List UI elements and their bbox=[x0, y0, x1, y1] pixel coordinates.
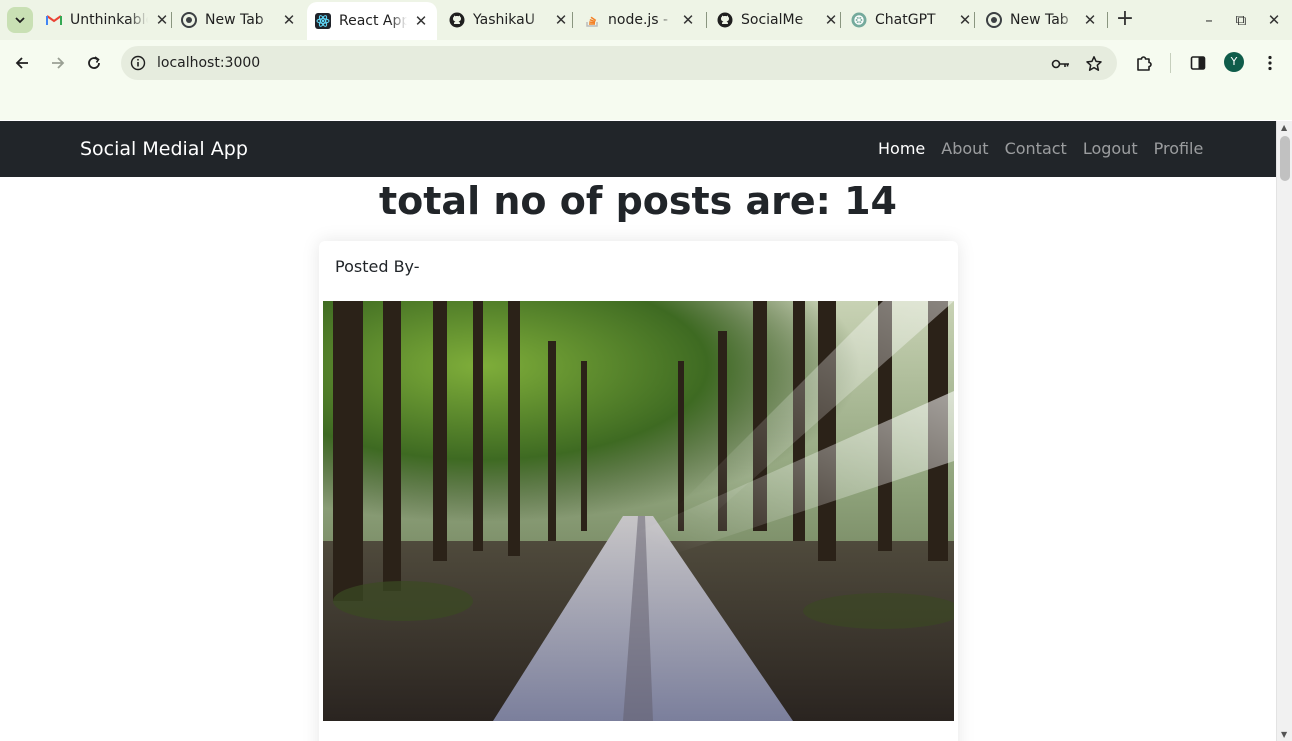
close-icon[interactable]: ✕ bbox=[281, 12, 297, 28]
close-icon[interactable]: ✕ bbox=[823, 12, 839, 28]
react-icon bbox=[315, 13, 331, 29]
close-icon[interactable]: ✕ bbox=[680, 12, 696, 28]
close-icon[interactable]: ✕ bbox=[1082, 12, 1098, 28]
page-scrollbar[interactable]: ▲ ▼ bbox=[1276, 121, 1292, 741]
tab-gmail[interactable]: Unthinkable ✕ bbox=[46, 6, 170, 34]
nav-link-home[interactable]: Home bbox=[870, 121, 933, 177]
reload-button[interactable] bbox=[82, 51, 106, 75]
scrollbar-thumb[interactable] bbox=[1280, 136, 1290, 181]
tab-title: node.js - bbox=[608, 12, 669, 28]
nav-link-logout[interactable]: Logout bbox=[1075, 121, 1146, 177]
reload-icon bbox=[88, 56, 100, 69]
tab-strip: Unthinkable ✕ New Tab ✕ React App ✕ Yash… bbox=[0, 0, 1292, 40]
browser-menu-button[interactable] bbox=[1258, 51, 1282, 75]
nav-link-contact[interactable]: Contact bbox=[997, 121, 1075, 177]
post-image bbox=[323, 301, 954, 721]
minimize-button[interactable]: – bbox=[1197, 8, 1221, 32]
new-tab-button[interactable]: + bbox=[1115, 8, 1135, 32]
close-icon[interactable]: ✕ bbox=[154, 12, 170, 28]
address-bar[interactable]: localhost:3000 bbox=[121, 46, 1117, 80]
chrome-icon bbox=[181, 12, 197, 28]
tab-stackoverflow[interactable]: node.js - ✕ bbox=[584, 6, 696, 34]
nav-link-about[interactable]: About bbox=[933, 121, 996, 177]
tab-title: React App bbox=[339, 13, 407, 29]
puzzle-icon bbox=[1137, 56, 1152, 71]
tab-new-tab[interactable]: New Tab ✕ bbox=[181, 6, 297, 34]
tab-title: New Tab bbox=[205, 12, 264, 28]
navbar-links: Home About Contact Logout Profile bbox=[870, 121, 1211, 177]
chatgpt-icon bbox=[851, 12, 867, 28]
navbar-brand[interactable]: Social Medial App bbox=[80, 121, 248, 177]
url-text[interactable]: localhost:3000 bbox=[157, 46, 260, 80]
chrome-icon bbox=[986, 12, 1002, 28]
app-navbar: Social Medial App Home About Contact Log… bbox=[0, 121, 1276, 177]
password-key-icon[interactable] bbox=[1051, 54, 1071, 74]
post-author-label: Posted By- bbox=[335, 257, 420, 276]
tab-github-profile[interactable]: YashikaU ✕ bbox=[449, 6, 569, 34]
maximize-button[interactable]: ⧉ bbox=[1229, 8, 1253, 32]
tab-title: YashikaU bbox=[473, 12, 535, 28]
page-viewport: Social Medial App Home About Contact Log… bbox=[0, 121, 1276, 741]
tab-title: Unthinkable bbox=[70, 12, 148, 28]
tab-search-button[interactable] bbox=[7, 7, 33, 33]
site-info-icon[interactable] bbox=[129, 54, 147, 72]
scroll-up-icon[interactable]: ▲ bbox=[1281, 123, 1287, 132]
stackoverflow-icon bbox=[584, 12, 600, 28]
tab-separator bbox=[974, 12, 975, 28]
tab-title: SocialMe bbox=[741, 12, 804, 28]
close-window-button[interactable]: ✕ bbox=[1262, 8, 1286, 32]
tab-title: New Tab bbox=[1010, 12, 1069, 28]
forward-button[interactable] bbox=[46, 51, 70, 75]
close-icon[interactable]: ✕ bbox=[413, 13, 429, 29]
tab-chatgpt[interactable]: ChatGPT ✕ bbox=[851, 6, 973, 34]
chevron-down-icon bbox=[15, 17, 25, 24]
github-icon bbox=[449, 12, 465, 28]
gmail-icon bbox=[46, 12, 62, 28]
arrow-right-icon bbox=[52, 57, 65, 69]
profile-avatar[interactable]: Y bbox=[1224, 52, 1244, 72]
toolbar-separator bbox=[1170, 53, 1171, 73]
nav-link-profile[interactable]: Profile bbox=[1146, 121, 1212, 177]
more-vertical-icon bbox=[1268, 55, 1272, 71]
post-card: Posted By- bbox=[319, 241, 958, 741]
tab-separator bbox=[706, 12, 707, 28]
tab-separator bbox=[171, 12, 172, 28]
tab-github-repo[interactable]: SocialMe ✕ bbox=[717, 6, 839, 34]
arrow-left-icon bbox=[15, 57, 28, 69]
tab-title: ChatGPT bbox=[875, 12, 936, 28]
posts-count-heading: total no of posts are: 14 bbox=[379, 179, 897, 223]
close-icon[interactable]: ✕ bbox=[553, 12, 569, 28]
tab-react-app[interactable]: React App ✕ bbox=[307, 2, 437, 40]
side-panel-button[interactable] bbox=[1186, 51, 1210, 75]
extensions-button[interactable] bbox=[1132, 51, 1156, 75]
side-panel-icon bbox=[1190, 56, 1206, 70]
tab-separator bbox=[840, 12, 841, 28]
scroll-down-icon[interactable]: ▼ bbox=[1281, 730, 1287, 739]
tab-new-tab[interactable]: New Tab ✕ bbox=[986, 6, 1098, 34]
tab-separator bbox=[1107, 12, 1108, 28]
back-button[interactable] bbox=[10, 51, 34, 75]
browser-toolbar: localhost:3000 Y bbox=[0, 40, 1292, 120]
bookmark-star-icon[interactable] bbox=[1084, 54, 1104, 74]
github-icon bbox=[717, 12, 733, 28]
close-icon[interactable]: ✕ bbox=[957, 12, 973, 28]
tab-separator bbox=[572, 12, 573, 28]
